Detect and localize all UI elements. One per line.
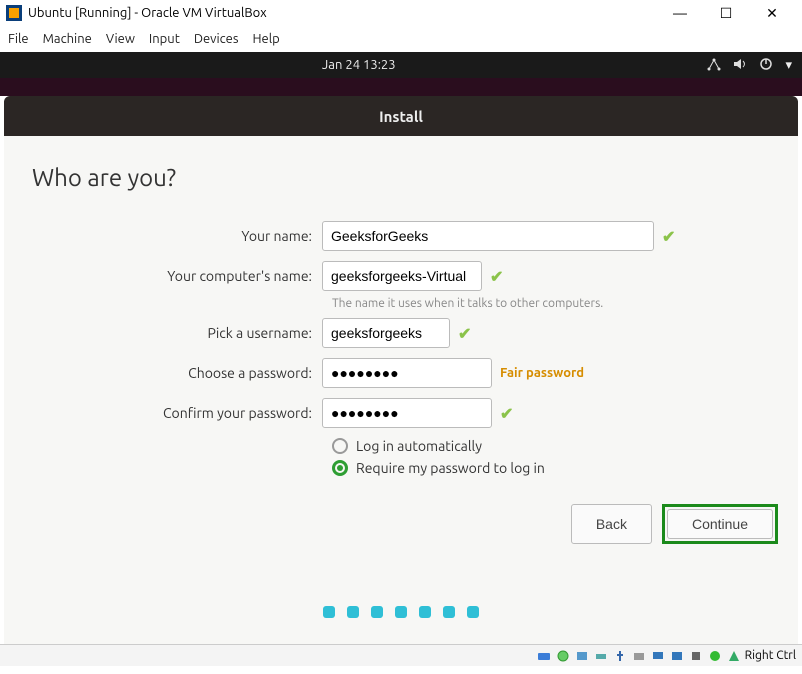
minimize-button[interactable]: — — [666, 5, 694, 22]
progress-dot — [371, 606, 383, 618]
window-chrome-strip — [0, 78, 802, 96]
mouse-integration-icon[interactable] — [707, 648, 723, 664]
installer-content: Who are you? Your name: ✔ Your computer'… — [4, 136, 798, 644]
login-option-group: Log in automatically Require my password… — [332, 438, 770, 476]
progress-dot — [443, 606, 455, 618]
close-button[interactable]: ✕ — [758, 5, 786, 22]
recording-icon[interactable] — [669, 648, 685, 664]
installer-titlebar: Install — [4, 96, 798, 136]
installer-title: Install — [379, 108, 423, 125]
hard-disk-icon[interactable] — [536, 648, 552, 664]
virtualbox-icon — [6, 5, 22, 21]
clock[interactable]: Jan 24 13:23 — [10, 58, 707, 72]
label-computer-name: Your computer's name: — [32, 268, 322, 284]
progress-dot — [323, 606, 335, 618]
row-confirm: Confirm your password: ✔ — [32, 398, 770, 428]
continue-button[interactable]: Continue — [667, 509, 773, 539]
dropdown-icon[interactable]: ▾ — [785, 58, 792, 73]
check-icon: ✔ — [662, 227, 675, 246]
menu-input[interactable]: Input — [149, 32, 180, 46]
menu-file[interactable]: File — [8, 32, 29, 46]
progress-dots — [323, 606, 479, 618]
network-icon[interactable] — [707, 57, 721, 74]
back-button[interactable]: Back — [571, 504, 652, 544]
computer-name-hint: The name it uses when it talks to other … — [332, 297, 770, 310]
check-icon: ✔ — [500, 404, 513, 423]
keyboard-capture-icon[interactable] — [726, 648, 742, 664]
radio-require-password[interactable]: Require my password to log in — [332, 460, 770, 476]
input-your-name[interactable] — [322, 221, 654, 251]
processor-icon[interactable] — [688, 648, 704, 664]
menu-help[interactable]: Help — [253, 32, 280, 46]
menu-machine[interactable]: Machine — [43, 32, 92, 46]
progress-dot — [347, 606, 359, 618]
audio-icon[interactable] — [574, 648, 590, 664]
input-confirm-password[interactable] — [322, 398, 492, 428]
window-controls: — ☐ ✕ — [666, 5, 796, 22]
progress-dot — [395, 606, 407, 618]
row-computer-name: Your computer's name: ✔ — [32, 261, 770, 291]
progress-dot — [467, 606, 479, 618]
nav-buttons: Back Continue — [571, 504, 778, 544]
row-password: Choose a password: Fair password — [32, 358, 770, 388]
power-icon[interactable] — [759, 57, 773, 74]
radio-off-icon — [332, 438, 348, 454]
display-icon[interactable] — [650, 648, 666, 664]
label-username: Pick a username: — [32, 325, 322, 341]
check-icon: ✔ — [458, 324, 471, 343]
check-icon: ✔ — [490, 267, 503, 286]
radio-login-automatically[interactable]: Log in automatically — [332, 438, 770, 454]
row-username: Pick a username: ✔ — [32, 318, 770, 348]
password-strength: Fair password — [500, 366, 584, 380]
guest-topbar: Jan 24 13:23 ▾ — [0, 52, 802, 78]
menu-devices[interactable]: Devices — [194, 32, 239, 46]
input-computer-name[interactable] — [322, 261, 482, 291]
vbox-statusbar: Right Ctrl — [0, 644, 802, 666]
radio-require-label: Require my password to log in — [356, 460, 545, 476]
usb-icon[interactable] — [612, 648, 628, 664]
optical-drive-icon[interactable] — [555, 648, 571, 664]
maximize-button[interactable]: ☐ — [712, 5, 740, 22]
menu-view[interactable]: View — [106, 32, 135, 46]
input-username[interactable] — [322, 318, 450, 348]
radio-auto-label: Log in automatically — [356, 438, 482, 454]
window-title: Ubuntu [Running] - Oracle VM VirtualBox — [28, 6, 666, 20]
radio-on-icon — [332, 460, 348, 476]
network-adapter-icon[interactable] — [593, 648, 609, 664]
host-menubar: File Machine View Input Devices Help — [0, 26, 802, 52]
host-key-label: Right Ctrl — [745, 649, 796, 662]
page-heading: Who are you? — [32, 164, 770, 191]
shared-folder-icon[interactable] — [631, 648, 647, 664]
window-titlebar: Ubuntu [Running] - Oracle VM VirtualBox … — [0, 0, 802, 26]
progress-dot — [419, 606, 431, 618]
label-password: Choose a password: — [32, 365, 322, 381]
label-your-name: Your name: — [32, 228, 322, 244]
row-your-name: Your name: ✔ — [32, 221, 770, 251]
label-confirm: Confirm your password: — [32, 405, 322, 421]
input-password[interactable] — [322, 358, 492, 388]
volume-icon[interactable] — [733, 57, 747, 74]
continue-highlight: Continue — [662, 504, 778, 544]
